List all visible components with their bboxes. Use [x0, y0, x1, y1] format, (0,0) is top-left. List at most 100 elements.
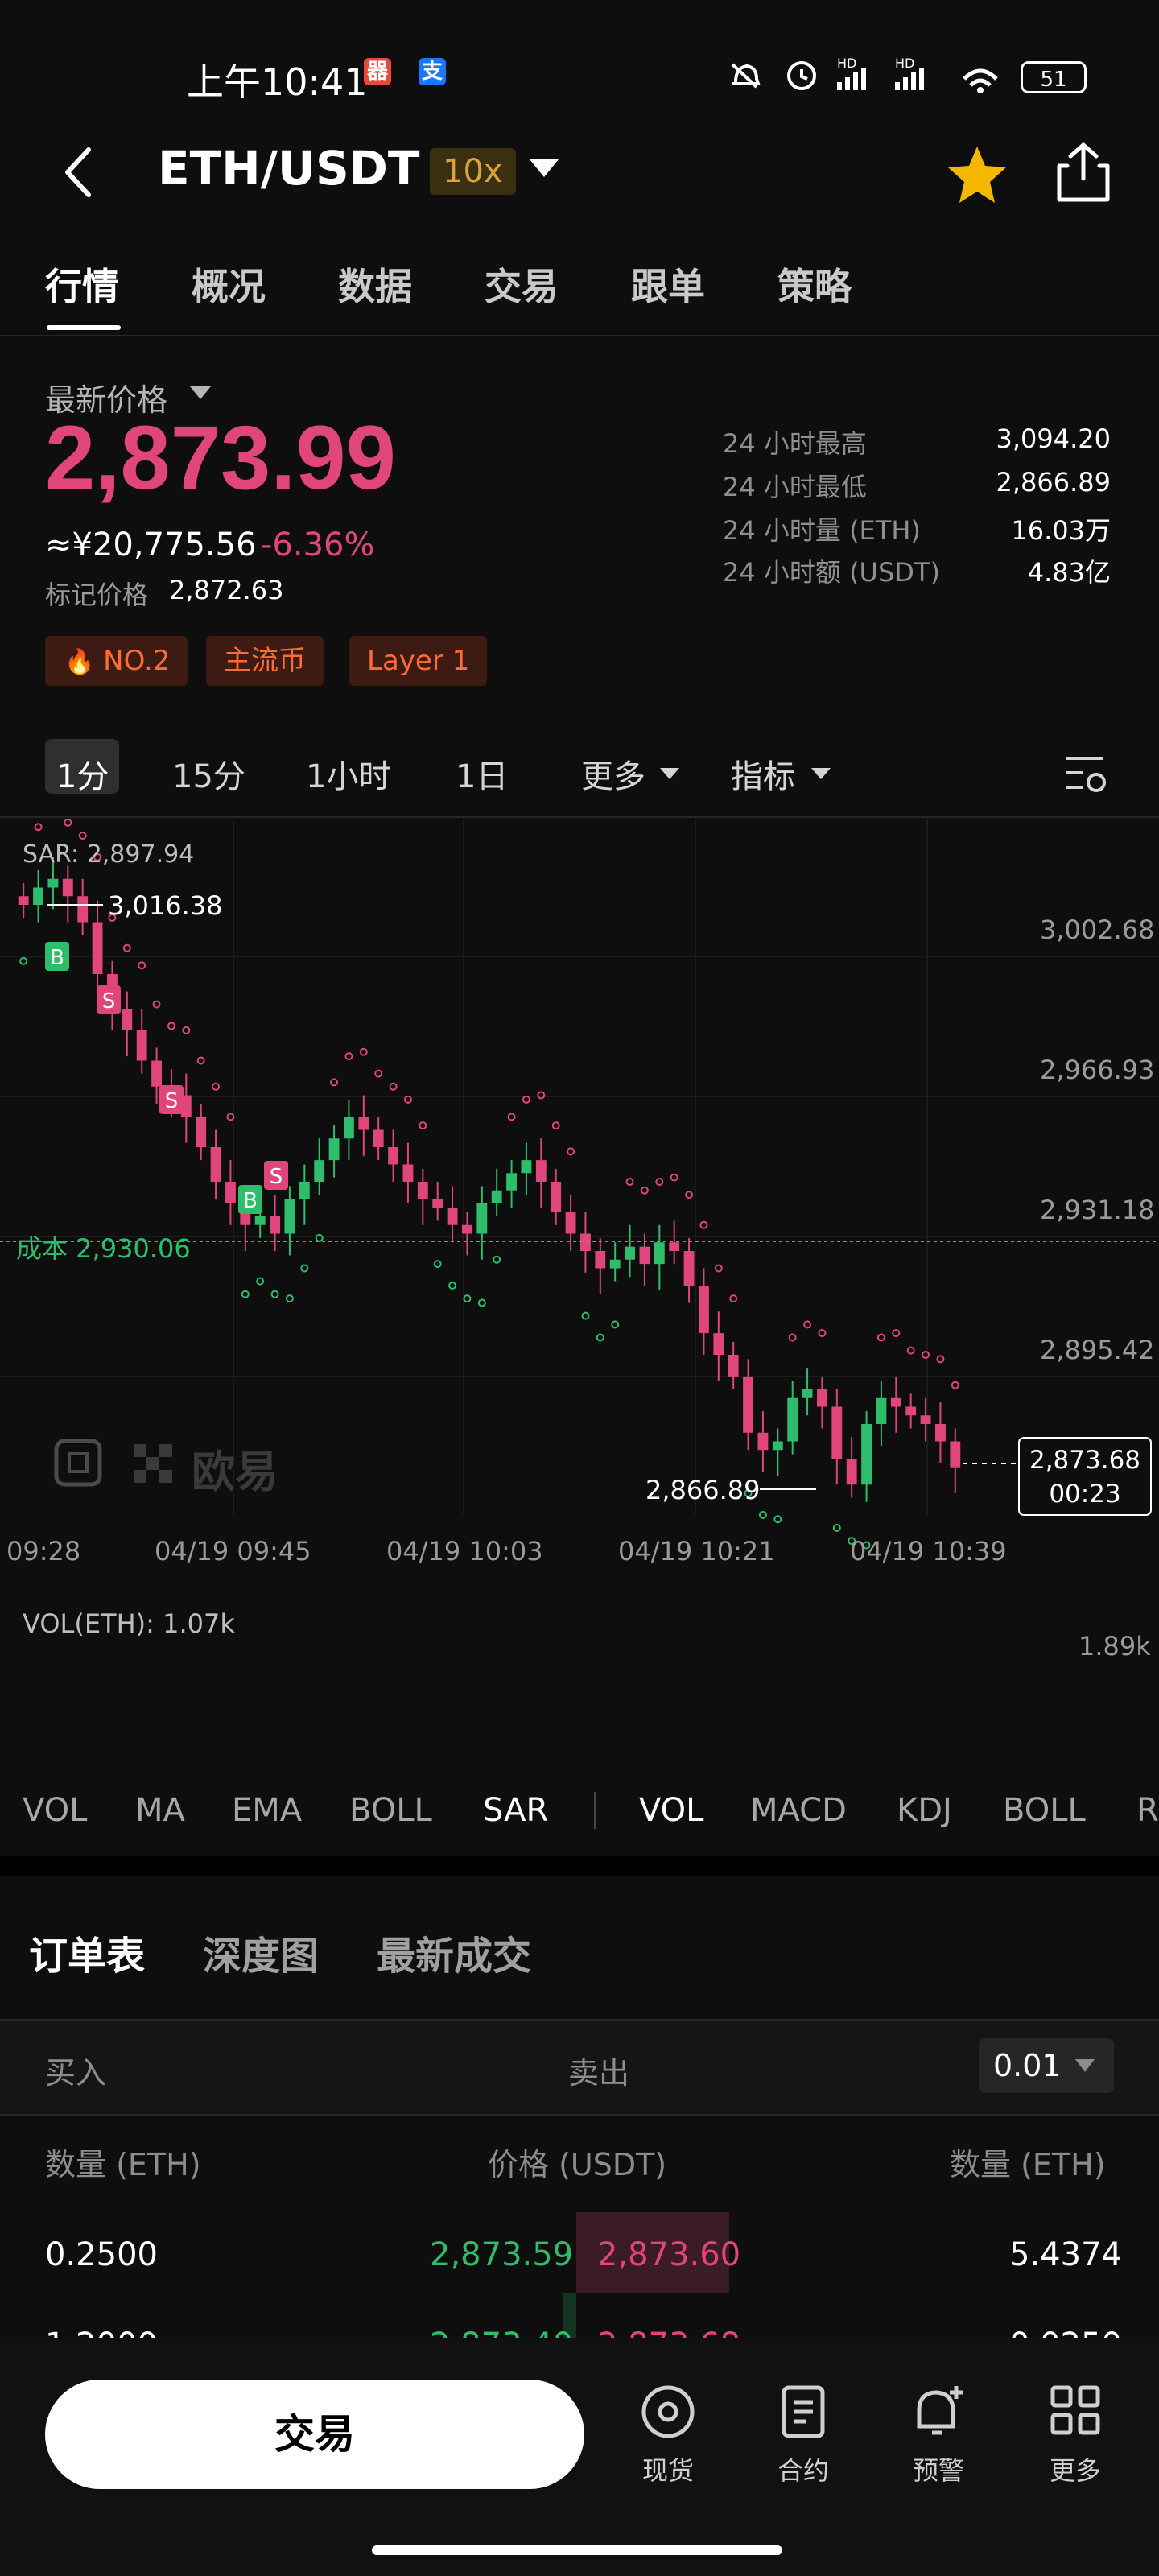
- sar-dot: [581, 1311, 590, 1320]
- sub-indicator-kdj[interactable]: KDJ: [897, 1792, 952, 1829]
- sar-dot: [448, 1282, 457, 1290]
- tab-market[interactable]: 行情: [45, 258, 119, 311]
- sar-dot: [522, 1095, 530, 1104]
- interval-1h[interactable]: 1小时: [306, 750, 390, 797]
- indicator-sar[interactable]: SAR: [483, 1792, 548, 1829]
- ask-qty[interactable]: 5.4374: [1009, 2236, 1122, 2273]
- precision-dropdown-icon: [1075, 2059, 1095, 2072]
- sar-dot: [640, 1186, 649, 1195]
- price-label-dropdown-icon[interactable]: [190, 386, 211, 399]
- tab-copy-trading[interactable]: 跟单: [631, 258, 705, 311]
- sar-dot: [773, 1515, 782, 1524]
- trade-button[interactable]: 交易: [45, 2380, 584, 2489]
- back-arrow-icon[interactable]: [56, 142, 105, 203]
- leverage-badge[interactable]: 10x: [430, 148, 516, 195]
- candle-body: [802, 1389, 813, 1398]
- interval-1d[interactable]: 1日: [456, 750, 508, 797]
- sar-dot: [892, 1329, 901, 1338]
- sar-dot: [182, 1026, 191, 1034]
- candle-body: [846, 1459, 857, 1485]
- candle-body: [270, 1216, 280, 1234]
- indicator-separator: [594, 1792, 596, 1829]
- mainstream-tag[interactable]: 主流币: [206, 636, 324, 686]
- app-notification-icon: 器: [364, 58, 391, 85]
- svg-text:S: S: [102, 989, 116, 1013]
- x-tick: 04/19 10:03: [386, 1536, 543, 1567]
- pair-dropdown-icon[interactable]: [530, 159, 559, 177]
- tab-latest-trades[interactable]: 最新成交: [377, 1924, 531, 1980]
- candle-body: [743, 1376, 753, 1433]
- nav-alerts[interactable]: 预警: [890, 2381, 987, 2487]
- sar-dot: [699, 1220, 708, 1229]
- svg-text:HD: HD: [895, 56, 914, 71]
- sar-dot: [477, 1298, 486, 1307]
- nav-more[interactable]: 更多: [1027, 2381, 1124, 2487]
- more-dropdown-icon[interactable]: [660, 768, 679, 779]
- fullscreen-icon[interactable]: [54, 1439, 102, 1487]
- sell-marker-icon: S: [97, 985, 121, 1014]
- candle-body: [225, 1182, 236, 1203]
- status-icons: HD HD: [731, 56, 998, 93]
- candle-body: [77, 896, 89, 923]
- indicator-ema[interactable]: EMA: [232, 1792, 302, 1829]
- tab-depth-chart[interactable]: 深度图: [203, 1924, 319, 1980]
- indicator-boll[interactable]: BOLL: [349, 1792, 432, 1829]
- sar-dot: [758, 1510, 767, 1519]
- candle-body: [210, 1147, 221, 1182]
- interval-15m[interactable]: 15分: [172, 750, 245, 797]
- tab-data[interactable]: 数据: [338, 258, 412, 311]
- sar-dot: [951, 1381, 959, 1389]
- precision-select[interactable]: 0.01: [979, 2038, 1114, 2093]
- stat-value-volume: 16.03万: [1011, 515, 1111, 546]
- indicator-dropdown-icon[interactable]: [811, 768, 831, 779]
- sub-indicator-r[interactable]: R: [1136, 1792, 1159, 1829]
- candle-body: [551, 1182, 562, 1212]
- candle-body: [299, 1182, 310, 1199]
- sell-label: 卖出: [568, 2055, 630, 2091]
- candle-body: [521, 1160, 532, 1174]
- candle-body: [136, 1030, 147, 1061]
- tab-trade[interactable]: 交易: [485, 258, 559, 311]
- layer1-tag[interactable]: Layer 1: [349, 636, 488, 686]
- sar-label: SAR: 2,897.94: [23, 840, 195, 869]
- favorite-star-icon[interactable]: [945, 142, 1009, 206]
- bid-price[interactable]: 2,873.59: [430, 2236, 573, 2273]
- bid-qty[interactable]: 0.2500: [45, 2236, 158, 2273]
- tab-overview[interactable]: 概况: [192, 258, 266, 311]
- candle-body: [432, 1199, 443, 1208]
- sell-marker-icon: S: [264, 1161, 288, 1190]
- chart-settings-icon[interactable]: [1062, 752, 1109, 795]
- candle-body: [92, 922, 103, 974]
- sar-dot: [270, 1290, 279, 1298]
- tab-strategy[interactable]: 策略: [777, 258, 852, 311]
- rank-tag[interactable]: 🔥 NO.2: [45, 636, 188, 686]
- pair-title[interactable]: ETH/USDT: [158, 141, 420, 196]
- indicator-ma[interactable]: MA: [135, 1792, 185, 1829]
- nav-futures[interactable]: 合约: [755, 2381, 852, 2487]
- candle-body: [417, 1182, 428, 1199]
- sub-indicator-macd[interactable]: MACD: [750, 1792, 847, 1829]
- sar-dot: [256, 1277, 265, 1286]
- svg-text:HD: HD: [837, 56, 856, 71]
- sar-dot: [433, 1260, 442, 1269]
- nav-spot[interactable]: 现货: [620, 2381, 716, 2487]
- stat-label-high: 24 小时最高: [723, 428, 867, 459]
- interval-1m[interactable]: 1分: [56, 750, 109, 797]
- ask-price[interactable]: 2,873.60: [597, 2236, 740, 2273]
- sub-indicator-vol[interactable]: VOL: [639, 1792, 703, 1829]
- indicator-menu[interactable]: 指标: [731, 750, 795, 797]
- indicator-vol[interactable]: VOL: [23, 1792, 87, 1829]
- share-icon[interactable]: [1051, 138, 1116, 206]
- candle-body: [344, 1117, 354, 1139]
- home-indicator: [372, 2545, 782, 2555]
- interval-more[interactable]: 更多: [581, 750, 645, 797]
- sub-indicator-boll[interactable]: BOLL: [1003, 1792, 1086, 1829]
- candle-body: [890, 1397, 901, 1407]
- candle-body: [935, 1424, 946, 1442]
- price-chart[interactable]: B S S S B: [0, 819, 1159, 1584]
- sar-dot: [359, 1047, 368, 1056]
- tab-orderbook[interactable]: 订单表: [29, 1924, 145, 1980]
- watermark-logo: [134, 1444, 172, 1483]
- sell-marker-icon: S: [159, 1085, 184, 1114]
- last-price-box-value: 2,873.68: [1029, 1446, 1141, 1475]
